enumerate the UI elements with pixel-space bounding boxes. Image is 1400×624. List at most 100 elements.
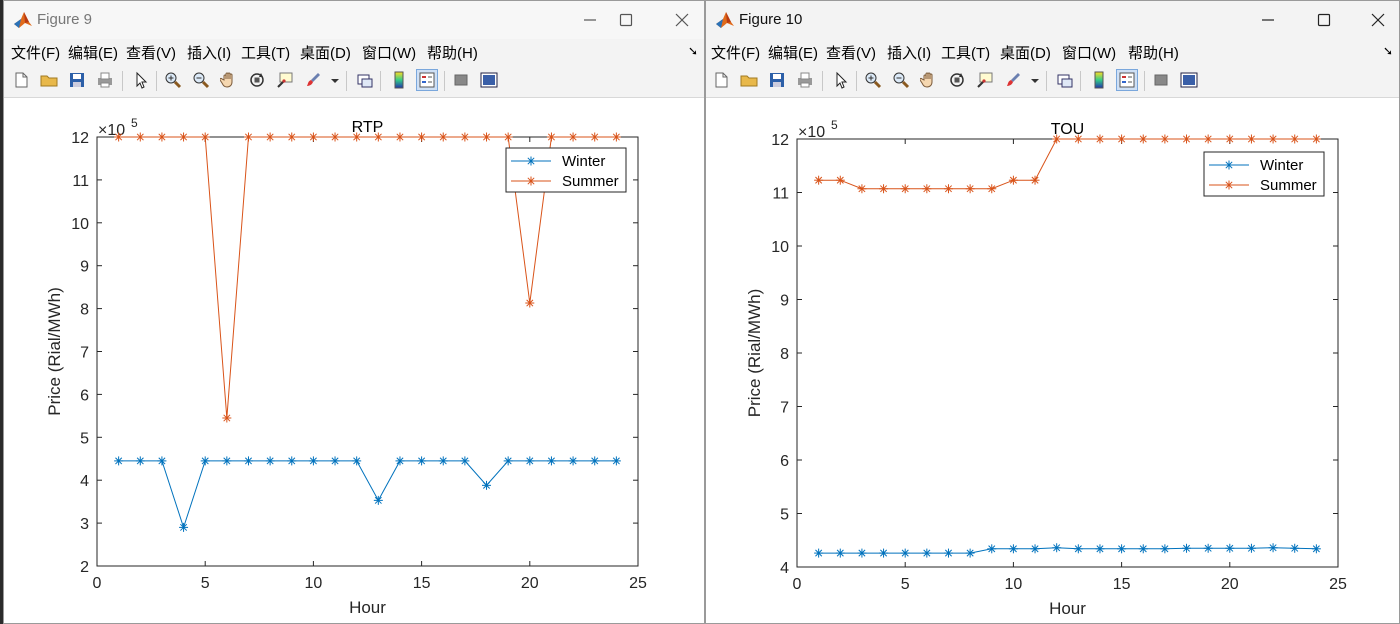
legend-icon bbox=[1119, 72, 1135, 88]
zoom-out-button[interactable] bbox=[890, 69, 912, 91]
edit-plot-button[interactable] bbox=[130, 69, 152, 91]
data-point-winter bbox=[330, 456, 340, 466]
brush-dropdown[interactable] bbox=[1028, 69, 1040, 91]
save-button[interactable] bbox=[766, 69, 788, 91]
data-point-summer bbox=[243, 132, 253, 142]
title-bar[interactable]: Figure 10 bbox=[706, 1, 1399, 39]
new-figure-button[interactable] bbox=[10, 69, 32, 91]
minimize-button[interactable] bbox=[1248, 5, 1288, 35]
data-point-summer bbox=[1311, 134, 1321, 144]
new-file-icon bbox=[15, 72, 28, 88]
pan-button[interactable] bbox=[218, 69, 240, 91]
close-button[interactable] bbox=[662, 5, 702, 35]
data-cursor-button[interactable] bbox=[974, 69, 996, 91]
toolbar-separator bbox=[380, 71, 381, 91]
menu-desktop[interactable]: 桌面(D) bbox=[1000, 42, 1051, 63]
minimize-button[interactable] bbox=[570, 5, 610, 35]
data-point-winter bbox=[503, 456, 513, 466]
y-tick-label: 7 bbox=[80, 345, 89, 362]
x-tick-label: 0 bbox=[793, 576, 802, 593]
data-point-summer bbox=[1138, 134, 1148, 144]
brush-dropdown[interactable] bbox=[328, 69, 340, 91]
figure-10-window: Figure 10 文件(F) 编辑(E) 查看(V) 插入(I) 工具(T) … bbox=[705, 0, 1400, 624]
save-icon bbox=[770, 73, 784, 87]
zoom-out-button[interactable] bbox=[190, 69, 212, 91]
y-tick-label: 6 bbox=[780, 453, 789, 470]
menu-view[interactable]: 查看(V) bbox=[126, 42, 176, 63]
save-button[interactable] bbox=[66, 69, 88, 91]
new-figure-button[interactable] bbox=[710, 69, 732, 91]
link-plot-button[interactable] bbox=[1054, 69, 1076, 91]
dropdown-arrow-icon bbox=[1031, 79, 1039, 83]
data-point-summer bbox=[611, 132, 621, 142]
colorbar-button[interactable] bbox=[1088, 69, 1110, 91]
open-file-button[interactable] bbox=[38, 69, 60, 91]
data-point-summer bbox=[1268, 134, 1278, 144]
show-tools-icon bbox=[1180, 72, 1198, 88]
menu-file[interactable]: 文件(F) bbox=[711, 42, 760, 63]
menu-window[interactable]: 窗口(W) bbox=[1062, 42, 1116, 63]
close-button[interactable] bbox=[1358, 5, 1398, 35]
toolbar-separator bbox=[1144, 71, 1145, 91]
menu-overflow-icon[interactable]: ➘ bbox=[688, 44, 698, 58]
menu-overflow-icon[interactable]: ➘ bbox=[1383, 44, 1393, 58]
hide-tools-icon bbox=[1154, 74, 1168, 86]
show-plot-tools-button[interactable] bbox=[1178, 69, 1200, 91]
brush-button[interactable] bbox=[1002, 69, 1024, 91]
x-tick-label: 20 bbox=[1221, 576, 1239, 593]
edit-plot-button[interactable] bbox=[830, 69, 852, 91]
data-cursor-button[interactable] bbox=[274, 69, 296, 91]
legend-button[interactable] bbox=[1116, 69, 1138, 91]
menu-desktop[interactable]: 桌面(D) bbox=[300, 42, 351, 63]
pointer-icon bbox=[836, 71, 848, 89]
print-button[interactable] bbox=[794, 69, 816, 91]
menu-edit[interactable]: 编辑(E) bbox=[68, 42, 118, 63]
open-file-button[interactable] bbox=[738, 69, 760, 91]
menu-edit[interactable]: 编辑(E) bbox=[768, 42, 818, 63]
zoom-out-icon bbox=[893, 72, 910, 89]
rotate-3d-button[interactable] bbox=[946, 69, 968, 91]
brush-button[interactable] bbox=[302, 69, 324, 91]
hand-icon bbox=[220, 72, 233, 88]
data-point-winter bbox=[1095, 544, 1105, 554]
show-plot-tools-button[interactable] bbox=[478, 69, 500, 91]
hide-plot-tools-button[interactable] bbox=[450, 69, 472, 91]
data-point-summer bbox=[1030, 175, 1040, 185]
data-point-winter bbox=[395, 456, 405, 466]
data-point-winter bbox=[1030, 544, 1040, 554]
menu-file[interactable]: 文件(F) bbox=[11, 42, 60, 63]
x-axis-label: Hour bbox=[349, 598, 386, 617]
data-point-summer bbox=[568, 132, 578, 142]
x-tick-label: 25 bbox=[1329, 576, 1347, 593]
toolbar-separator bbox=[122, 71, 123, 91]
menu-help[interactable]: 帮助(H) bbox=[1128, 42, 1179, 63]
x-tick-label: 5 bbox=[201, 575, 210, 592]
data-point-summer bbox=[330, 132, 340, 142]
pan-button[interactable] bbox=[918, 69, 940, 91]
maximize-button[interactable] bbox=[606, 5, 646, 35]
colorbar-button[interactable] bbox=[388, 69, 410, 91]
menu-insert[interactable]: 插入(I) bbox=[187, 42, 231, 63]
maximize-button[interactable] bbox=[1304, 5, 1344, 35]
legend-marker-summer bbox=[1224, 180, 1234, 190]
legend-button[interactable] bbox=[416, 69, 438, 91]
link-plot-button[interactable] bbox=[354, 69, 376, 91]
menu-tools[interactable]: 工具(T) bbox=[241, 42, 290, 63]
data-point-winter bbox=[525, 456, 535, 466]
zoom-in-button[interactable] bbox=[162, 69, 184, 91]
y-axis-label: Price (Rial/MWh) bbox=[745, 289, 764, 417]
menu-view[interactable]: 查看(V) bbox=[826, 42, 876, 63]
print-button[interactable] bbox=[94, 69, 116, 91]
menu-window[interactable]: 窗口(W) bbox=[362, 42, 416, 63]
hide-plot-tools-button[interactable] bbox=[1150, 69, 1172, 91]
rotate-3d-button[interactable] bbox=[246, 69, 268, 91]
title-bar[interactable]: Figure 9 bbox=[4, 1, 704, 39]
zoom-in-button[interactable] bbox=[862, 69, 884, 91]
chart-title: TOU bbox=[1051, 121, 1084, 138]
data-point-summer bbox=[417, 132, 427, 142]
y-exponent-label: ×10 bbox=[798, 124, 825, 141]
menu-help[interactable]: 帮助(H) bbox=[427, 42, 478, 63]
menu-insert[interactable]: 插入(I) bbox=[887, 42, 931, 63]
menu-tools[interactable]: 工具(T) bbox=[941, 42, 990, 63]
data-point-winter bbox=[590, 456, 600, 466]
